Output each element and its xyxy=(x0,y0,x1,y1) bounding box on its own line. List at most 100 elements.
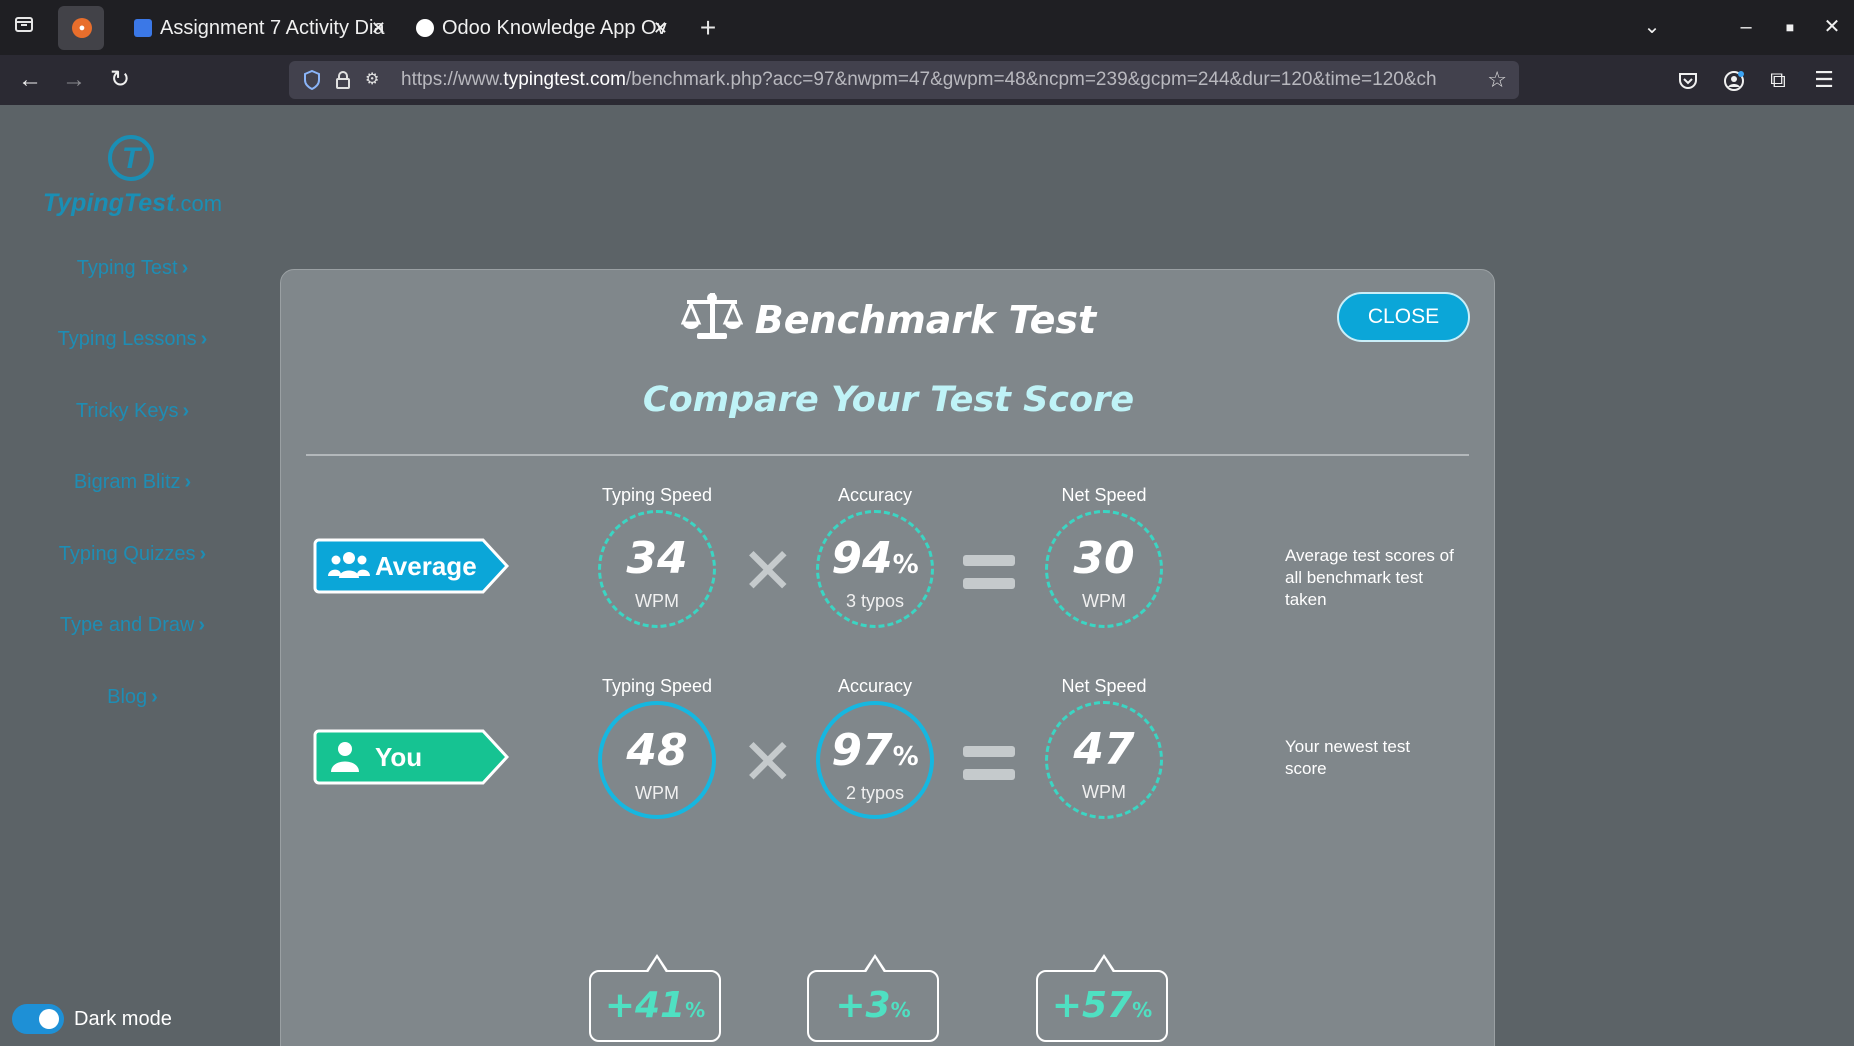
accuracy-delta: +3% xyxy=(807,954,939,1042)
toggle-knob xyxy=(39,1009,59,1029)
you-typing-speed-circle: 48 WPM xyxy=(598,701,716,819)
you-accuracy-circle: 97% 2 typos xyxy=(816,701,934,819)
close-window-icon[interactable]: ✕ xyxy=(1812,0,1852,55)
average-tag-label: Average xyxy=(375,551,477,581)
accuracy-label: Accuracy xyxy=(837,676,913,696)
you-net-speed-circle: 47 WPM xyxy=(1045,701,1163,819)
average-typing-speed-circle: 34 WPM xyxy=(598,510,716,628)
tab-close-icon[interactable]: ✕ xyxy=(653,8,668,48)
users-group-icon xyxy=(328,552,370,578)
pinned-tab-favicon-icon: ● xyxy=(72,18,92,38)
typing-speed-delta: +41% xyxy=(589,954,721,1042)
tab-close-icon[interactable]: ✕ xyxy=(371,8,386,48)
site-logo[interactable]: TypingTest.com xyxy=(40,189,225,218)
shield-icon[interactable] xyxy=(303,61,321,99)
sidebar-item-typing-quizzes[interactable]: Typing Quizzes › xyxy=(0,543,265,566)
you-accuracy-value: 97% xyxy=(831,725,919,776)
lock-icon[interactable] xyxy=(335,61,351,99)
typing-speed-label: Typing Speed xyxy=(601,676,713,696)
average-typos: 3 typos xyxy=(845,591,905,611)
back-icon[interactable]: ← xyxy=(10,55,50,105)
permissions-icon[interactable]: ⚙ xyxy=(365,61,379,99)
close-button[interactable]: CLOSE xyxy=(1337,292,1470,342)
modal-header: Benchmark Test xyxy=(281,290,1496,350)
reload-icon[interactable]: ↻ xyxy=(100,55,140,105)
you-typos: 2 typos xyxy=(845,783,905,803)
forward-icon[interactable]: → xyxy=(54,55,94,105)
average-tag: Average xyxy=(313,538,509,594)
minimize-icon[interactable]: – xyxy=(1726,0,1766,55)
dark-mode-toggle[interactable] xyxy=(12,1004,64,1034)
chevron-right-icon: › xyxy=(182,400,190,422)
chevron-right-icon: › xyxy=(184,471,192,493)
openai-favicon-icon xyxy=(416,19,434,37)
multiply-icon: ✕ xyxy=(741,535,795,607)
tab-list-icon[interactable] xyxy=(4,0,44,55)
sidebar: T TypingTest.com Typing Test › Typing Les… xyxy=(0,105,265,1046)
divider xyxy=(306,454,1469,456)
dark-mode-label: Dark mode xyxy=(74,1008,172,1030)
average-net-speed-unit: WPM xyxy=(1082,591,1126,611)
tab-title: Assignment 7 Activity Dia xyxy=(160,17,385,39)
bookmark-star-icon[interactable]: ☆ xyxy=(1487,61,1507,99)
average-typing-speed-value: 34 xyxy=(626,533,688,584)
pinned-tab[interactable]: ● xyxy=(58,6,104,50)
accuracy-label: Accuracy xyxy=(837,485,913,505)
chevron-right-icon: › xyxy=(199,543,207,565)
tab-overflow-chevron-icon[interactable]: ⌄ xyxy=(1632,0,1672,55)
new-tab-icon[interactable]: + xyxy=(688,0,728,55)
menu-icon[interactable]: ☰ xyxy=(1804,55,1844,105)
you-tag-label: You xyxy=(375,742,423,772)
sidebar-item-type-and-draw[interactable]: Type and Draw › xyxy=(0,614,265,637)
you-row: You Typing Speed 48 WPM ✕ Accuracy 97% 2… xyxy=(281,676,1496,836)
average-net-speed-circle: 30 WPM xyxy=(1045,510,1163,628)
average-accuracy-circle: 94% 3 typos xyxy=(816,510,934,628)
average-accuracy-value: 94% xyxy=(831,533,919,584)
net-speed-delta-value: +57% xyxy=(1051,985,1153,1026)
chevron-right-icon: › xyxy=(151,686,158,708)
account-icon[interactable] xyxy=(1714,55,1754,105)
modal-subtitle: Compare Your Test Score xyxy=(642,380,1135,420)
url-text: https://www.typingtest.com/benchmark.php… xyxy=(401,69,1437,90)
accuracy-delta-value: +3% xyxy=(835,985,911,1026)
user-icon xyxy=(331,742,359,772)
browser-tab-bar: ● Assignment 7 Activity Dia ✕ Odoo Knowl… xyxy=(0,0,1854,55)
page-content: T TypingTest.com Typing Test › Typing Les… xyxy=(0,105,1854,1046)
average-row: Average Typing Speed 34 WPM ✕ Accuracy 9… xyxy=(281,485,1496,645)
sidebar-item-bigram-blitz[interactable]: Bigram Blitz › xyxy=(0,471,265,494)
sidebar-item-blog[interactable]: Blog › xyxy=(0,686,265,709)
chevron-right-icon: › xyxy=(200,328,208,350)
tab-assignment[interactable]: Assignment 7 Activity Dia ✕ xyxy=(134,8,386,48)
you-typing-speed-unit: WPM xyxy=(635,783,679,803)
extensions-icon[interactable]: ⧉ xyxy=(1758,55,1798,105)
net-speed-label: Net Speed xyxy=(1061,676,1147,696)
you-tag: You xyxy=(313,729,509,785)
address-bar[interactable]: ⚙ https://www.typingtest.com/benchmark.p… xyxy=(289,61,1519,99)
maximize-icon[interactable]: ■ xyxy=(1770,0,1810,55)
equals-icon xyxy=(963,746,1015,792)
benchmark-modal: Benchmark Test CLOSE Compare Your Test S… xyxy=(280,269,1495,1046)
pocket-icon[interactable] xyxy=(1668,55,1708,105)
net-speed-delta: +57% xyxy=(1036,954,1168,1042)
net-speed-label: Net Speed xyxy=(1061,485,1147,505)
classroom-favicon-icon xyxy=(134,19,152,37)
tab-odoo[interactable]: Odoo Knowledge App Ov ✕ xyxy=(416,8,668,48)
equals-icon xyxy=(963,555,1015,601)
tab-title: Odoo Knowledge App Ov xyxy=(442,17,667,39)
sidebar-item-tricky-keys[interactable]: Tricky Keys › xyxy=(0,400,265,423)
typing-speed-delta-value: +41% xyxy=(604,985,706,1026)
average-note: Average test scores of all benchmark tes… xyxy=(1285,546,1454,609)
scale-balance-icon xyxy=(680,293,744,339)
you-note: Your newest test score xyxy=(1285,737,1411,778)
typingtest-logo-icon[interactable]: T xyxy=(108,135,154,181)
typing-speed-label: Typing Speed xyxy=(601,485,713,505)
you-net-speed-value: 47 xyxy=(1073,724,1135,775)
chevron-right-icon: › xyxy=(181,257,189,279)
sidebar-item-typing-test[interactable]: Typing Test › xyxy=(0,257,265,280)
multiply-icon: ✕ xyxy=(741,726,795,798)
chevron-right-icon: › xyxy=(198,614,206,636)
average-typing-speed-unit: WPM xyxy=(635,591,679,611)
you-typing-speed-value: 48 xyxy=(626,725,688,776)
sidebar-item-typing-lessons[interactable]: Typing Lessons › xyxy=(0,328,265,351)
you-net-speed-unit: WPM xyxy=(1082,782,1126,802)
